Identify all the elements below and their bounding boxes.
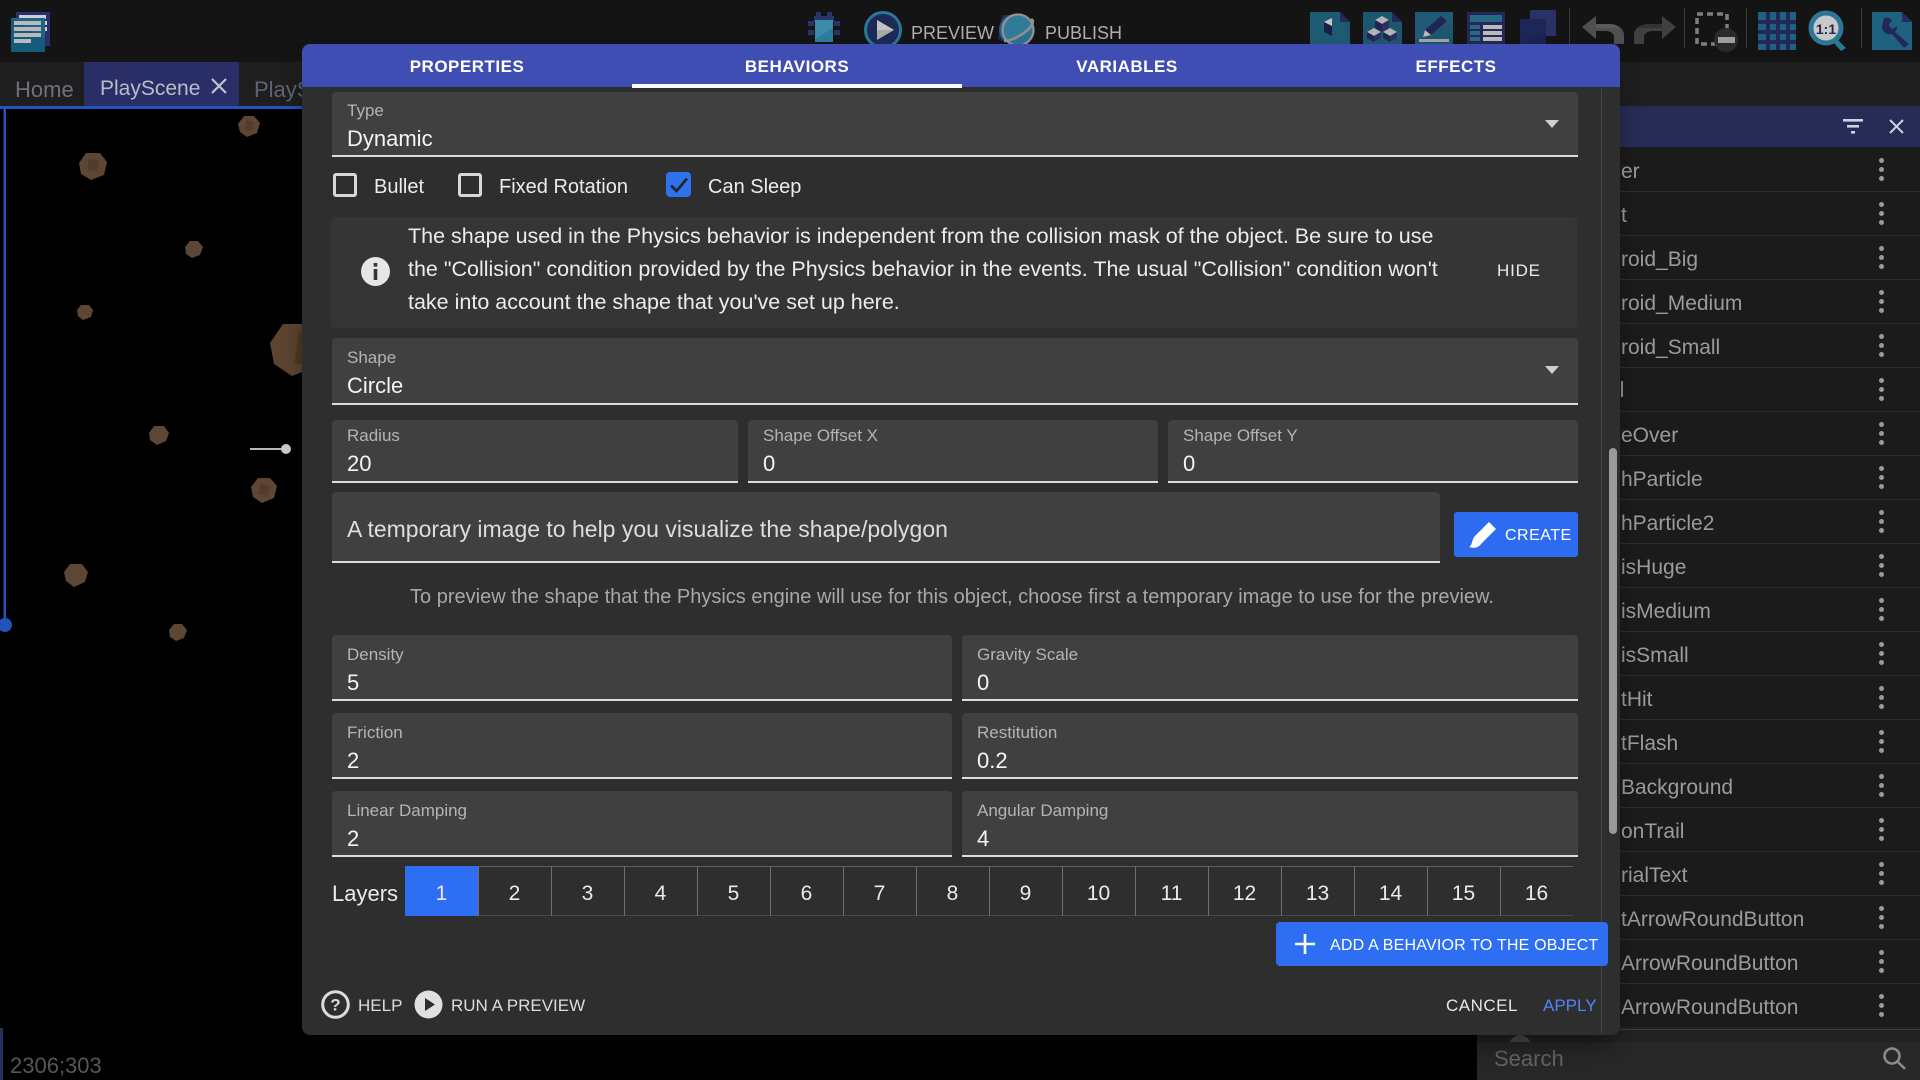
svg-text:1:1: 1:1 <box>1816 21 1836 37</box>
svg-text:?: ? <box>330 996 340 1015</box>
